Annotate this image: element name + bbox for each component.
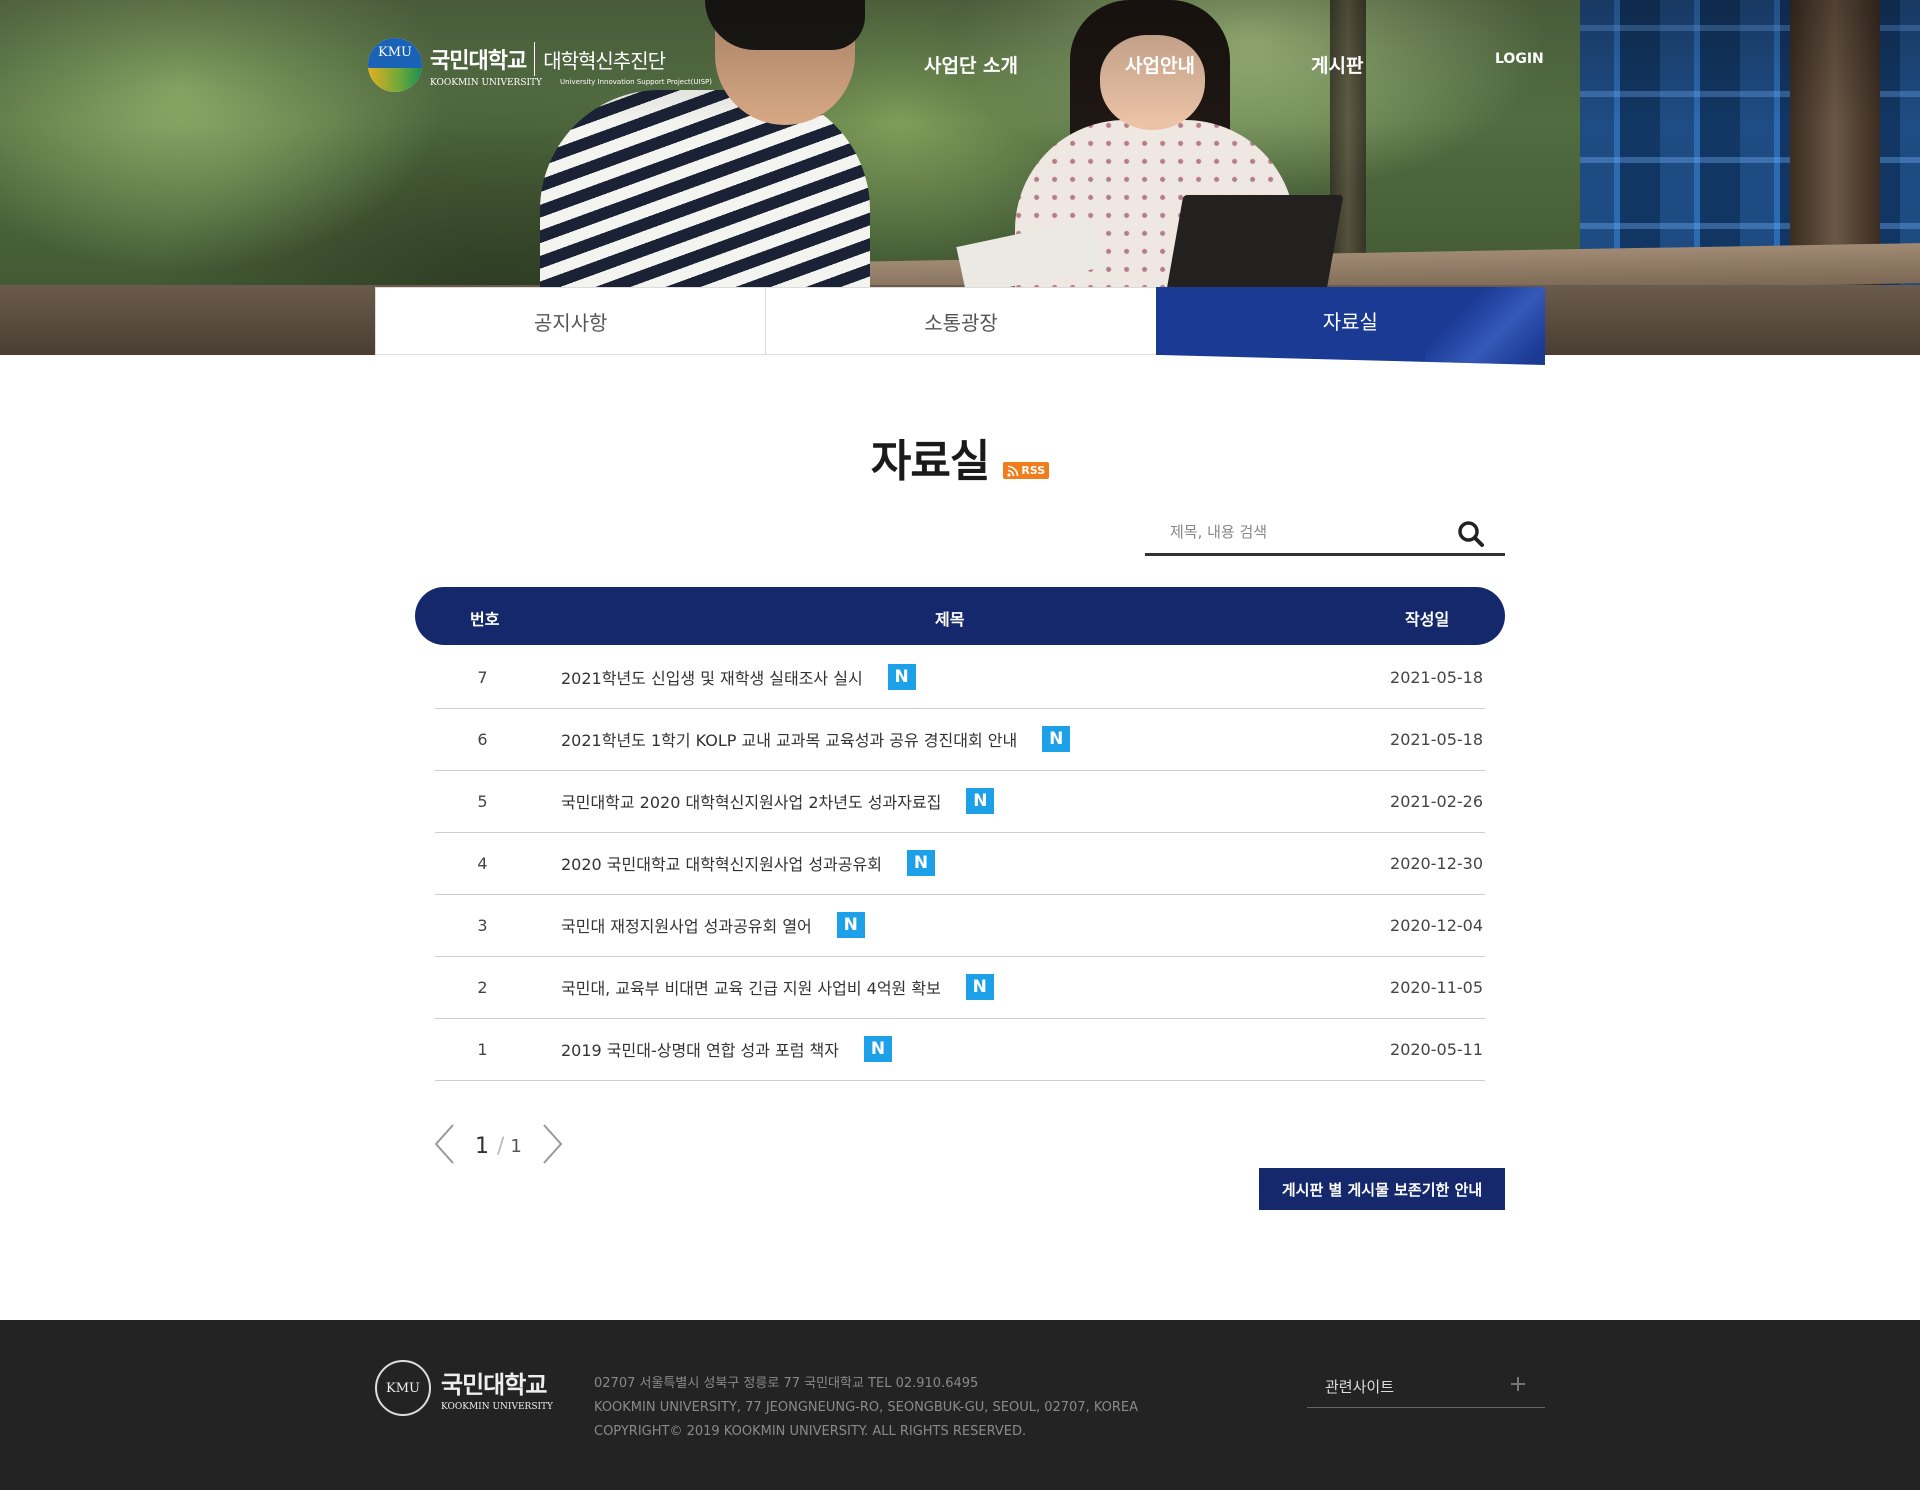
logo-department-en: University Innovation Support Project(UI… xyxy=(560,78,712,86)
row-date: 2020-11-05 xyxy=(1390,978,1483,997)
tab-archive[interactable]: 자료실 xyxy=(1155,287,1545,365)
new-badge: N xyxy=(966,788,995,814)
logo-department-name: 대학혁신추진단 xyxy=(543,48,666,73)
row-number: 6 xyxy=(477,730,488,749)
page-separator: / xyxy=(497,1133,505,1159)
row-title-link[interactable]: 2021학년도 1학기 KOLP 교내 교과목 교육성과 공유 경진대회 안내 xyxy=(561,727,1017,751)
footer: KMU 국민대학교 KOOKMIN UNIVERSITY 02707 서울특별시… xyxy=(0,1320,1920,1490)
rss-icon xyxy=(1007,465,1019,477)
table-row[interactable]: 2 국민대, 교육부 비대면 교육 긴급 지원 사업비 4억원 확보 N 2020-1… xyxy=(435,957,1485,1019)
table-row[interactable]: 6 2021학년도 1학기 KOLP 교내 교과목 교육성과 공유 경진대회 안내… xyxy=(435,709,1485,771)
current-page: 1 xyxy=(475,1133,489,1159)
new-badge: N xyxy=(906,850,935,876)
tab-notice[interactable]: 공지사항 xyxy=(375,287,766,355)
footer-address-en: KOOKMIN UNIVERSITY, 77 JEONGNEUNG-RO, SE… xyxy=(594,1400,1139,1415)
footer-logo-en: KOOKMIN UNIVERSITY xyxy=(441,1401,553,1412)
new-badge: N xyxy=(1042,726,1071,752)
table-row[interactable]: 5 국민대학교 2020 대학혁신지원사업 2차년도 성과자료집 N 2021-02-… xyxy=(435,771,1485,833)
rss-label: RSS xyxy=(1021,464,1046,477)
row-title-cell: 2020 국민대학교 대학혁신지원사업 성과공유회 N xyxy=(561,850,935,876)
search-icon[interactable] xyxy=(1457,520,1485,552)
footer-address-kr: 02707 서울특별시 성북구 정릉로 77 국민대학교 TEL 02.910.… xyxy=(594,1376,979,1391)
nav-item-business[interactable]: 사업안내 xyxy=(1125,51,1195,78)
row-title-link[interactable]: 국민대학교 2020 대학혁신지원사업 2차년도 성과자료집 xyxy=(561,789,941,813)
page-header: 자료실 RSS xyxy=(0,425,1920,489)
row-title-cell: 2021학년도 1학기 KOLP 교내 교과목 교육성과 공유 경진대회 안내 N xyxy=(561,726,1071,752)
row-title-link[interactable]: 2021학년도 신입생 및 재학생 실태조사 실시 xyxy=(561,665,863,689)
row-title-link[interactable]: 국민대, 교육부 비대면 교육 긴급 지원 사업비 4억원 확보 xyxy=(561,975,941,999)
related-sites-label: 관련사이트 xyxy=(1325,1378,1395,1396)
logo-university-name: 국민대학교 xyxy=(430,49,527,74)
row-number: 1 xyxy=(477,1040,488,1059)
row-title-cell: 국민대, 교육부 비대면 교육 긴급 지원 사업비 4억원 확보 N xyxy=(561,974,994,1000)
new-badge: N xyxy=(836,912,865,938)
search-box xyxy=(1145,510,1505,556)
sub-tabs: 공지사항 소통광장 자료실 xyxy=(375,287,1545,365)
pagination: 1 / 1 xyxy=(433,1123,564,1169)
nav-item-about[interactable]: 사업단 소개 xyxy=(924,51,1018,78)
next-page-icon[interactable] xyxy=(542,1123,564,1169)
row-title-cell: 2019 국민대-상명대 연합 성과 포럼 책자 N xyxy=(561,1036,893,1062)
kmu-emblem-mark: KMU xyxy=(368,38,422,68)
row-number: 5 xyxy=(477,792,488,811)
logo-text: 국민대학교 대학혁신추진단 KOOKMIN UNIVERSITY Univers… xyxy=(430,42,712,88)
row-number: 4 xyxy=(477,854,488,873)
logo-divider xyxy=(534,42,536,76)
kmu-emblem-icon: KMU xyxy=(368,38,422,92)
footer-logo-name: 국민대학교 xyxy=(441,1370,547,1399)
total-pages: 1 xyxy=(510,1135,522,1157)
logo-en-row: KOOKMIN UNIVERSITY University Innovation… xyxy=(430,78,712,88)
column-header-date: 작성일 xyxy=(1405,610,1450,629)
row-date: 2020-12-04 xyxy=(1390,916,1483,935)
related-sites-dropdown[interactable]: 관련사이트 xyxy=(1307,1370,1545,1408)
search-input[interactable] xyxy=(1145,510,1445,553)
retention-guide-button[interactable]: 게시판 별 게시물 보존기한 안내 xyxy=(1259,1168,1505,1210)
new-badge: N xyxy=(864,1036,893,1062)
tab-community-label: 소통광장 xyxy=(924,310,998,335)
row-number: 3 xyxy=(477,916,488,935)
row-date: 2021-02-26 xyxy=(1390,792,1483,811)
footer-copyright: COPYRIGHT© 2019 KOOKMIN UNIVERSITY. ALL … xyxy=(594,1424,1027,1439)
column-header-title: 제목 xyxy=(935,610,965,629)
row-date: 2021-05-18 xyxy=(1390,730,1483,749)
table-row[interactable]: 4 2020 국민대학교 대학혁신지원사업 성과공유회 N 2020-12-30 xyxy=(435,833,1485,895)
tab-archive-label: 자료실 xyxy=(1322,309,1378,334)
logo-name-row: 국민대학교 대학혁신추진단 xyxy=(430,42,712,76)
table-row[interactable]: 1 2019 국민대-상명대 연합 성과 포럼 책자 N 2020-05-11 xyxy=(435,1019,1485,1081)
table-header: 번호 제목 작성일 xyxy=(415,587,1505,645)
row-title-link[interactable]: 2019 국민대-상명대 연합 성과 포럼 책자 xyxy=(561,1037,839,1061)
login-link[interactable]: LOGIN xyxy=(1495,51,1544,67)
table-row[interactable]: 7 2021학년도 신입생 및 재학생 실태조사 실시 N 2021-05-18 xyxy=(435,647,1485,709)
page-title: 자료실 xyxy=(870,436,990,487)
footer-emblem-icon: KMU xyxy=(375,1360,431,1416)
rss-button[interactable]: RSS xyxy=(1003,462,1050,479)
row-date: 2021-05-18 xyxy=(1390,668,1483,687)
prev-page-icon[interactable] xyxy=(433,1123,455,1169)
new-badge: N xyxy=(965,974,994,1000)
column-header-number: 번호 xyxy=(470,610,500,629)
nav-item-board[interactable]: 게시판 xyxy=(1311,51,1363,78)
kmu-emblem-bottom xyxy=(368,67,422,92)
footer-logo-text: 국민대학교 KOOKMIN UNIVERSITY xyxy=(441,1365,553,1412)
tab-notice-label: 공지사항 xyxy=(533,310,608,335)
row-number: 7 xyxy=(477,668,488,687)
row-title-cell: 국민대학교 2020 대학혁신지원사업 2차년도 성과자료집 N xyxy=(561,788,995,814)
row-title-cell: 2021학년도 신입생 및 재학생 실태조사 실시 N xyxy=(561,664,916,690)
table-row[interactable]: 3 국민대 재정지원사업 성과공유회 열어 N 2020-12-04 xyxy=(435,895,1485,957)
footer-logo: KMU 국민대학교 KOOKMIN UNIVERSITY xyxy=(375,1360,553,1416)
table-body: 7 2021학년도 신입생 및 재학생 실태조사 실시 N 2021-05-18 6 20… xyxy=(435,647,1485,1081)
row-number: 2 xyxy=(477,978,488,997)
plus-icon xyxy=(1509,1375,1527,1397)
row-title-cell: 국민대 재정지원사업 성과공유회 열어 N xyxy=(561,912,865,938)
row-title-link[interactable]: 2020 국민대학교 대학혁신지원사업 성과공유회 xyxy=(561,851,882,875)
row-date: 2020-12-30 xyxy=(1390,854,1483,873)
footer-info: 02707 서울특별시 성북구 정릉로 77 국민대학교 TEL 02.910.… xyxy=(594,1372,1138,1444)
site-logo[interactable]: KMU 국민대학교 대학혁신추진단 KOOKMIN UNIVERSITY Uni… xyxy=(368,38,712,92)
row-date: 2020-05-11 xyxy=(1390,1040,1483,1059)
tab-community[interactable]: 소통광장 xyxy=(765,287,1156,355)
new-badge: N xyxy=(887,664,916,690)
row-title-link[interactable]: 국민대 재정지원사업 성과공유회 열어 xyxy=(561,913,812,937)
logo-university-en: KOOKMIN UNIVERSITY xyxy=(430,78,542,88)
